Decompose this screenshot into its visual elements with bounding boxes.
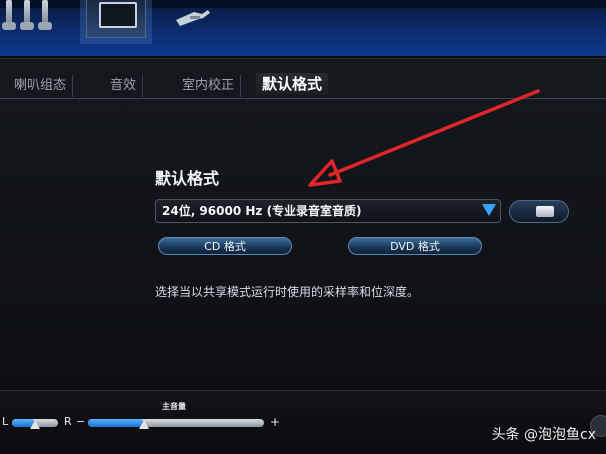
dvd-format-button[interactable]: DVD 格式 — [348, 237, 482, 255]
annotation-arrow-icon — [308, 89, 540, 187]
volume-thumb[interactable] — [139, 420, 150, 429]
toggle-knob — [536, 206, 554, 217]
plug-icon[interactable] — [172, 2, 212, 32]
cd-format-button[interactable]: CD 格式 — [158, 237, 292, 255]
tab-speaker-config[interactable]: 喇叭组态 — [8, 75, 74, 97]
device-strip — [0, 0, 606, 56]
balance-right-label: R — [64, 415, 72, 428]
audio-jack-icon[interactable] — [0, 0, 60, 38]
test-toggle[interactable] — [509, 200, 569, 223]
tab-room-correction[interactable]: 室内校正 — [176, 75, 242, 97]
tab-effects[interactable]: 音效 — [104, 75, 144, 97]
volume-minus-icon[interactable]: − — [76, 415, 85, 428]
balance-left-label: L — [2, 415, 9, 428]
section-title: 默认格式 — [155, 169, 220, 188]
settings-panel: 喇叭组态 音效 室内校正 默认格式 默认格式 24位, 96000 Hz (专业… — [0, 58, 606, 388]
watermark: 头条 @泡泡鱼cx — [491, 427, 596, 443]
main-volume-slider[interactable] — [88, 419, 264, 427]
balance-thumb[interactable] — [30, 420, 40, 429]
volume-plus-icon[interactable]: + — [270, 415, 280, 429]
format-select[interactable]: 24位, 96000 Hz (专业录音室音质) — [155, 199, 501, 223]
format-select-value: 24位, 96000 Hz (专业录音室音质) — [162, 204, 362, 218]
volume-bar: L R − 主音量 + 头条 @泡泡鱼cx — [0, 390, 606, 454]
device-icon[interactable] — [86, 0, 146, 38]
volume-fill — [88, 419, 145, 427]
chevron-down-icon[interactable] — [482, 204, 496, 216]
main-volume-label: 主音量 — [162, 402, 186, 411]
section-description: 选择当以共享模式运行时使用的采样率和位深度。 — [155, 285, 420, 299]
